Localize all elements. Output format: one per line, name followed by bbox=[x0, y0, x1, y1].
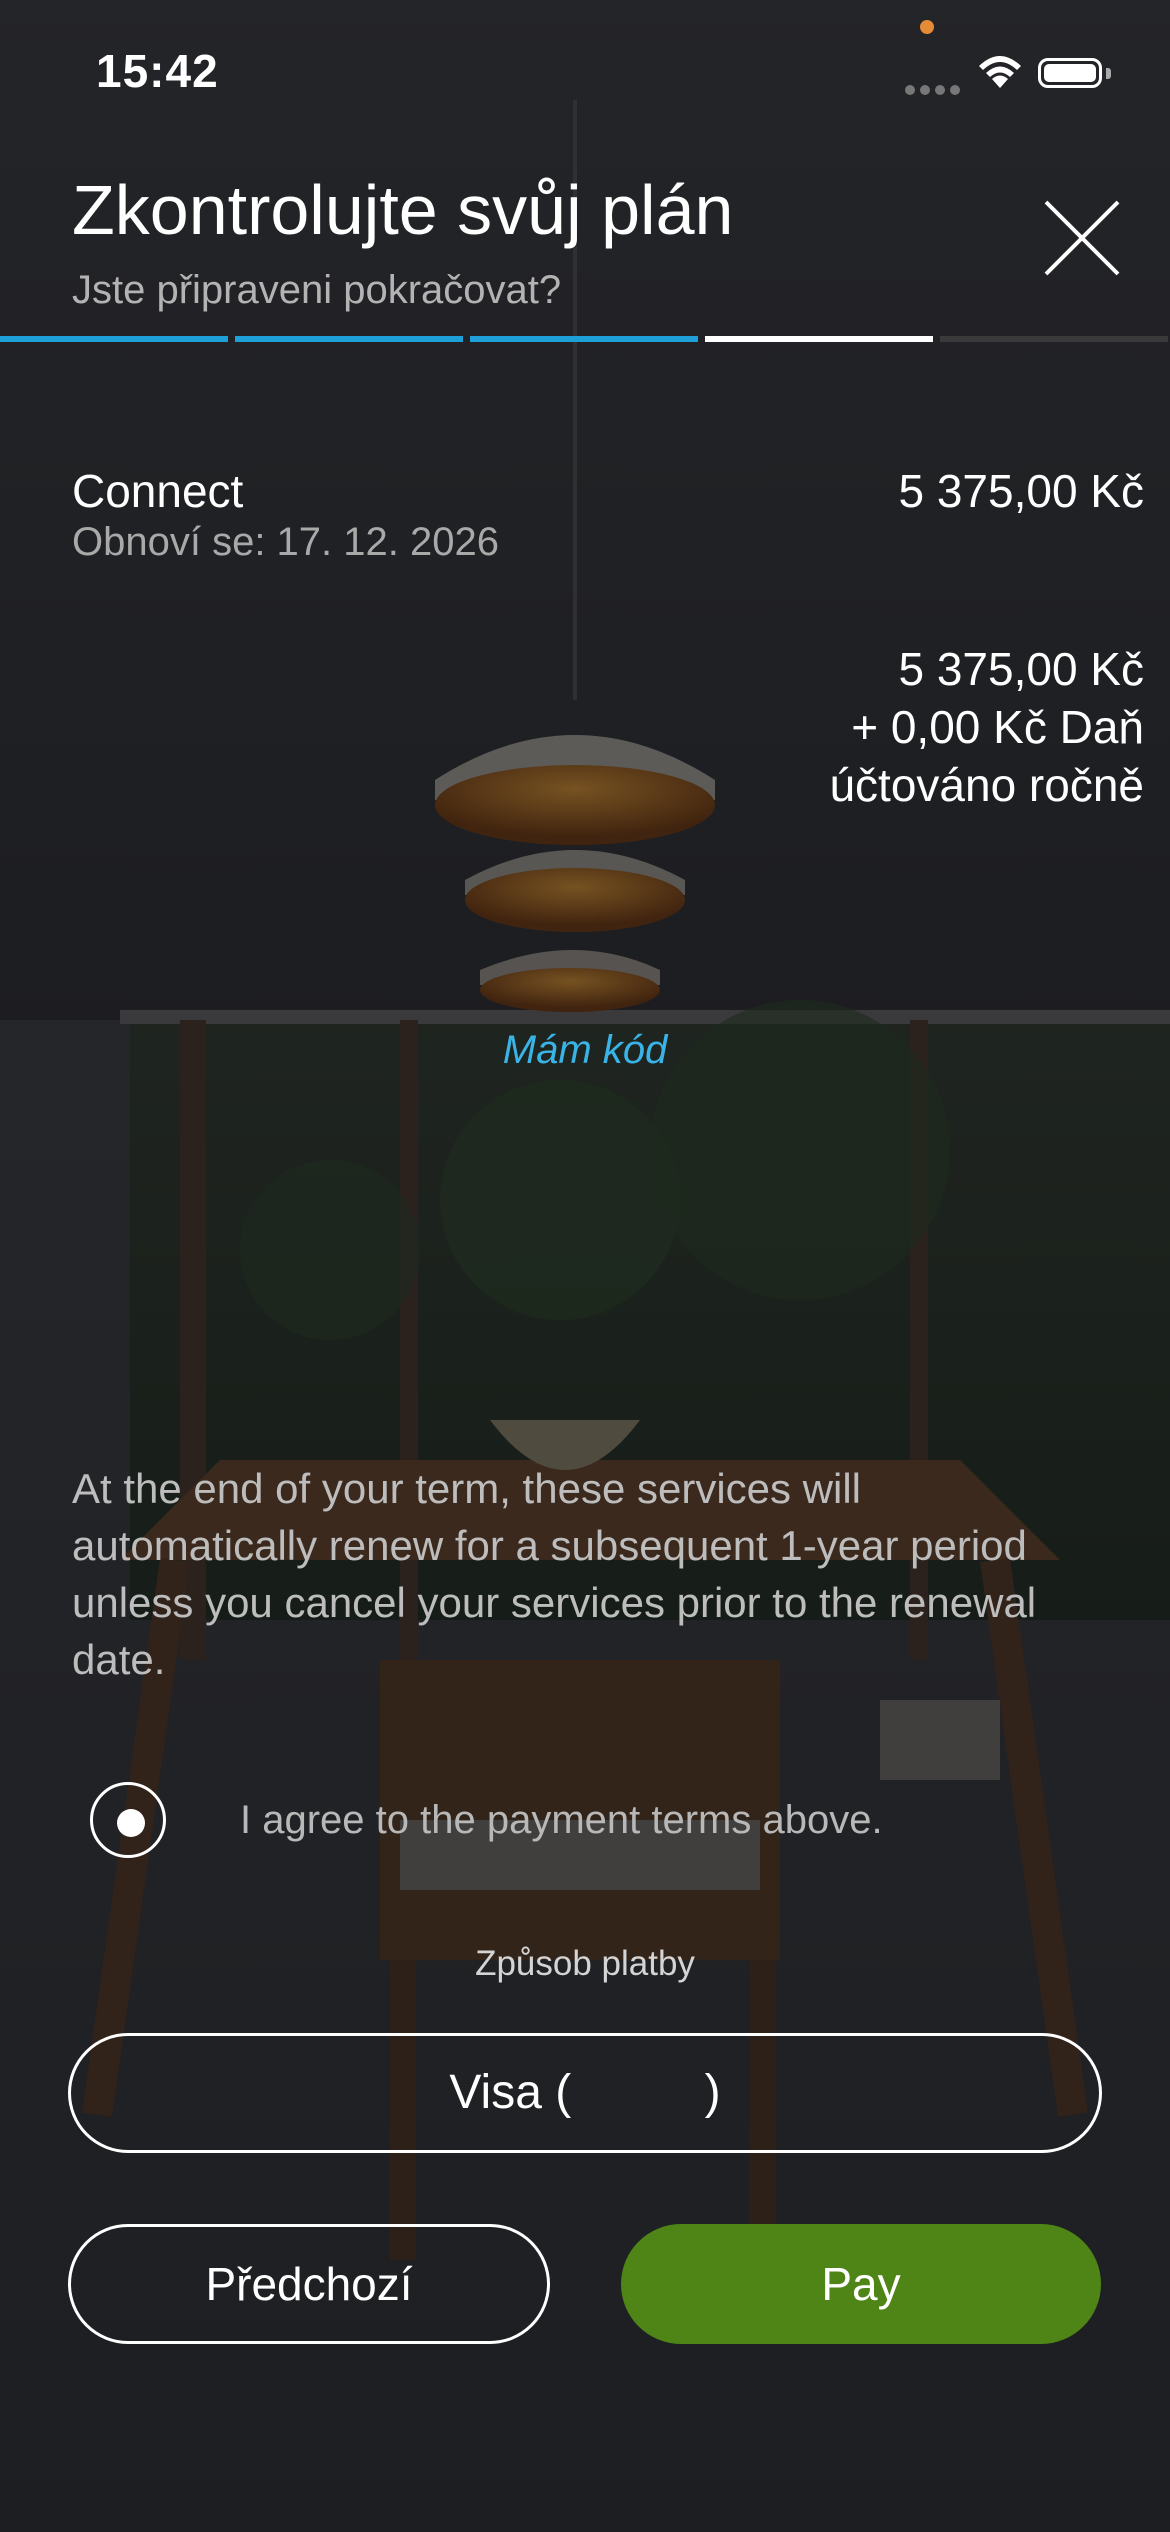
plan-price: 5 375,00 Kč bbox=[898, 465, 1144, 517]
payment-method-value: Visa ( ) bbox=[449, 2066, 721, 2119]
progress-step-4 bbox=[705, 336, 933, 342]
promo-code-link[interactable]: Mám kód bbox=[0, 1028, 1170, 1073]
status-icons bbox=[905, 52, 1115, 95]
renewal-terms-text: At the end of your term, these services … bbox=[72, 1465, 1037, 1683]
wifi-icon bbox=[979, 56, 1021, 88]
progress-step-2 bbox=[235, 336, 463, 342]
order-totals: 5 375,00 Kč + 0,00 Kč Daň účtováno ročně bbox=[829, 640, 1144, 814]
agree-terms-label: I agree to the payment terms above. bbox=[240, 1798, 883, 1842]
step-progress bbox=[0, 336, 1170, 342]
close-icon bbox=[1044, 200, 1120, 276]
progress-step-3 bbox=[470, 336, 698, 342]
agree-terms-radio[interactable]: I agree to the payment terms above. bbox=[88, 1780, 1088, 1866]
battery-icon bbox=[1038, 58, 1102, 88]
page-subtitle: Jste připraveni pokračovat? bbox=[72, 268, 562, 312]
status-time: 15:42 bbox=[96, 45, 219, 97]
privacy-indicator-dot bbox=[920, 20, 934, 34]
total-amount: 5 375,00 Kč bbox=[898, 643, 1144, 695]
billing-period: účtováno ročně bbox=[829, 759, 1144, 811]
previous-button[interactable]: Předchozí bbox=[68, 2224, 550, 2344]
radio-selected-icon[interactable] bbox=[90, 1782, 166, 1858]
pay-button[interactable]: Pay bbox=[621, 2224, 1101, 2344]
close-button[interactable] bbox=[1040, 196, 1124, 280]
cellular-icon bbox=[905, 82, 965, 100]
payment-method-select[interactable]: Visa ( ) bbox=[68, 2033, 1102, 2153]
tax-amount: + 0,00 Kč Daň bbox=[851, 701, 1144, 753]
progress-step-5 bbox=[940, 336, 1168, 342]
plan-name: Connect bbox=[72, 465, 244, 517]
payment-method-label: Způsob platby bbox=[475, 1944, 695, 1983]
page-title: Zkontrolujte svůj plán bbox=[72, 171, 734, 249]
progress-step-1 bbox=[0, 336, 228, 342]
battery-tip bbox=[1106, 68, 1111, 79]
plan-renewal-date: Obnoví se: 17. 12. 2026 bbox=[72, 520, 499, 564]
